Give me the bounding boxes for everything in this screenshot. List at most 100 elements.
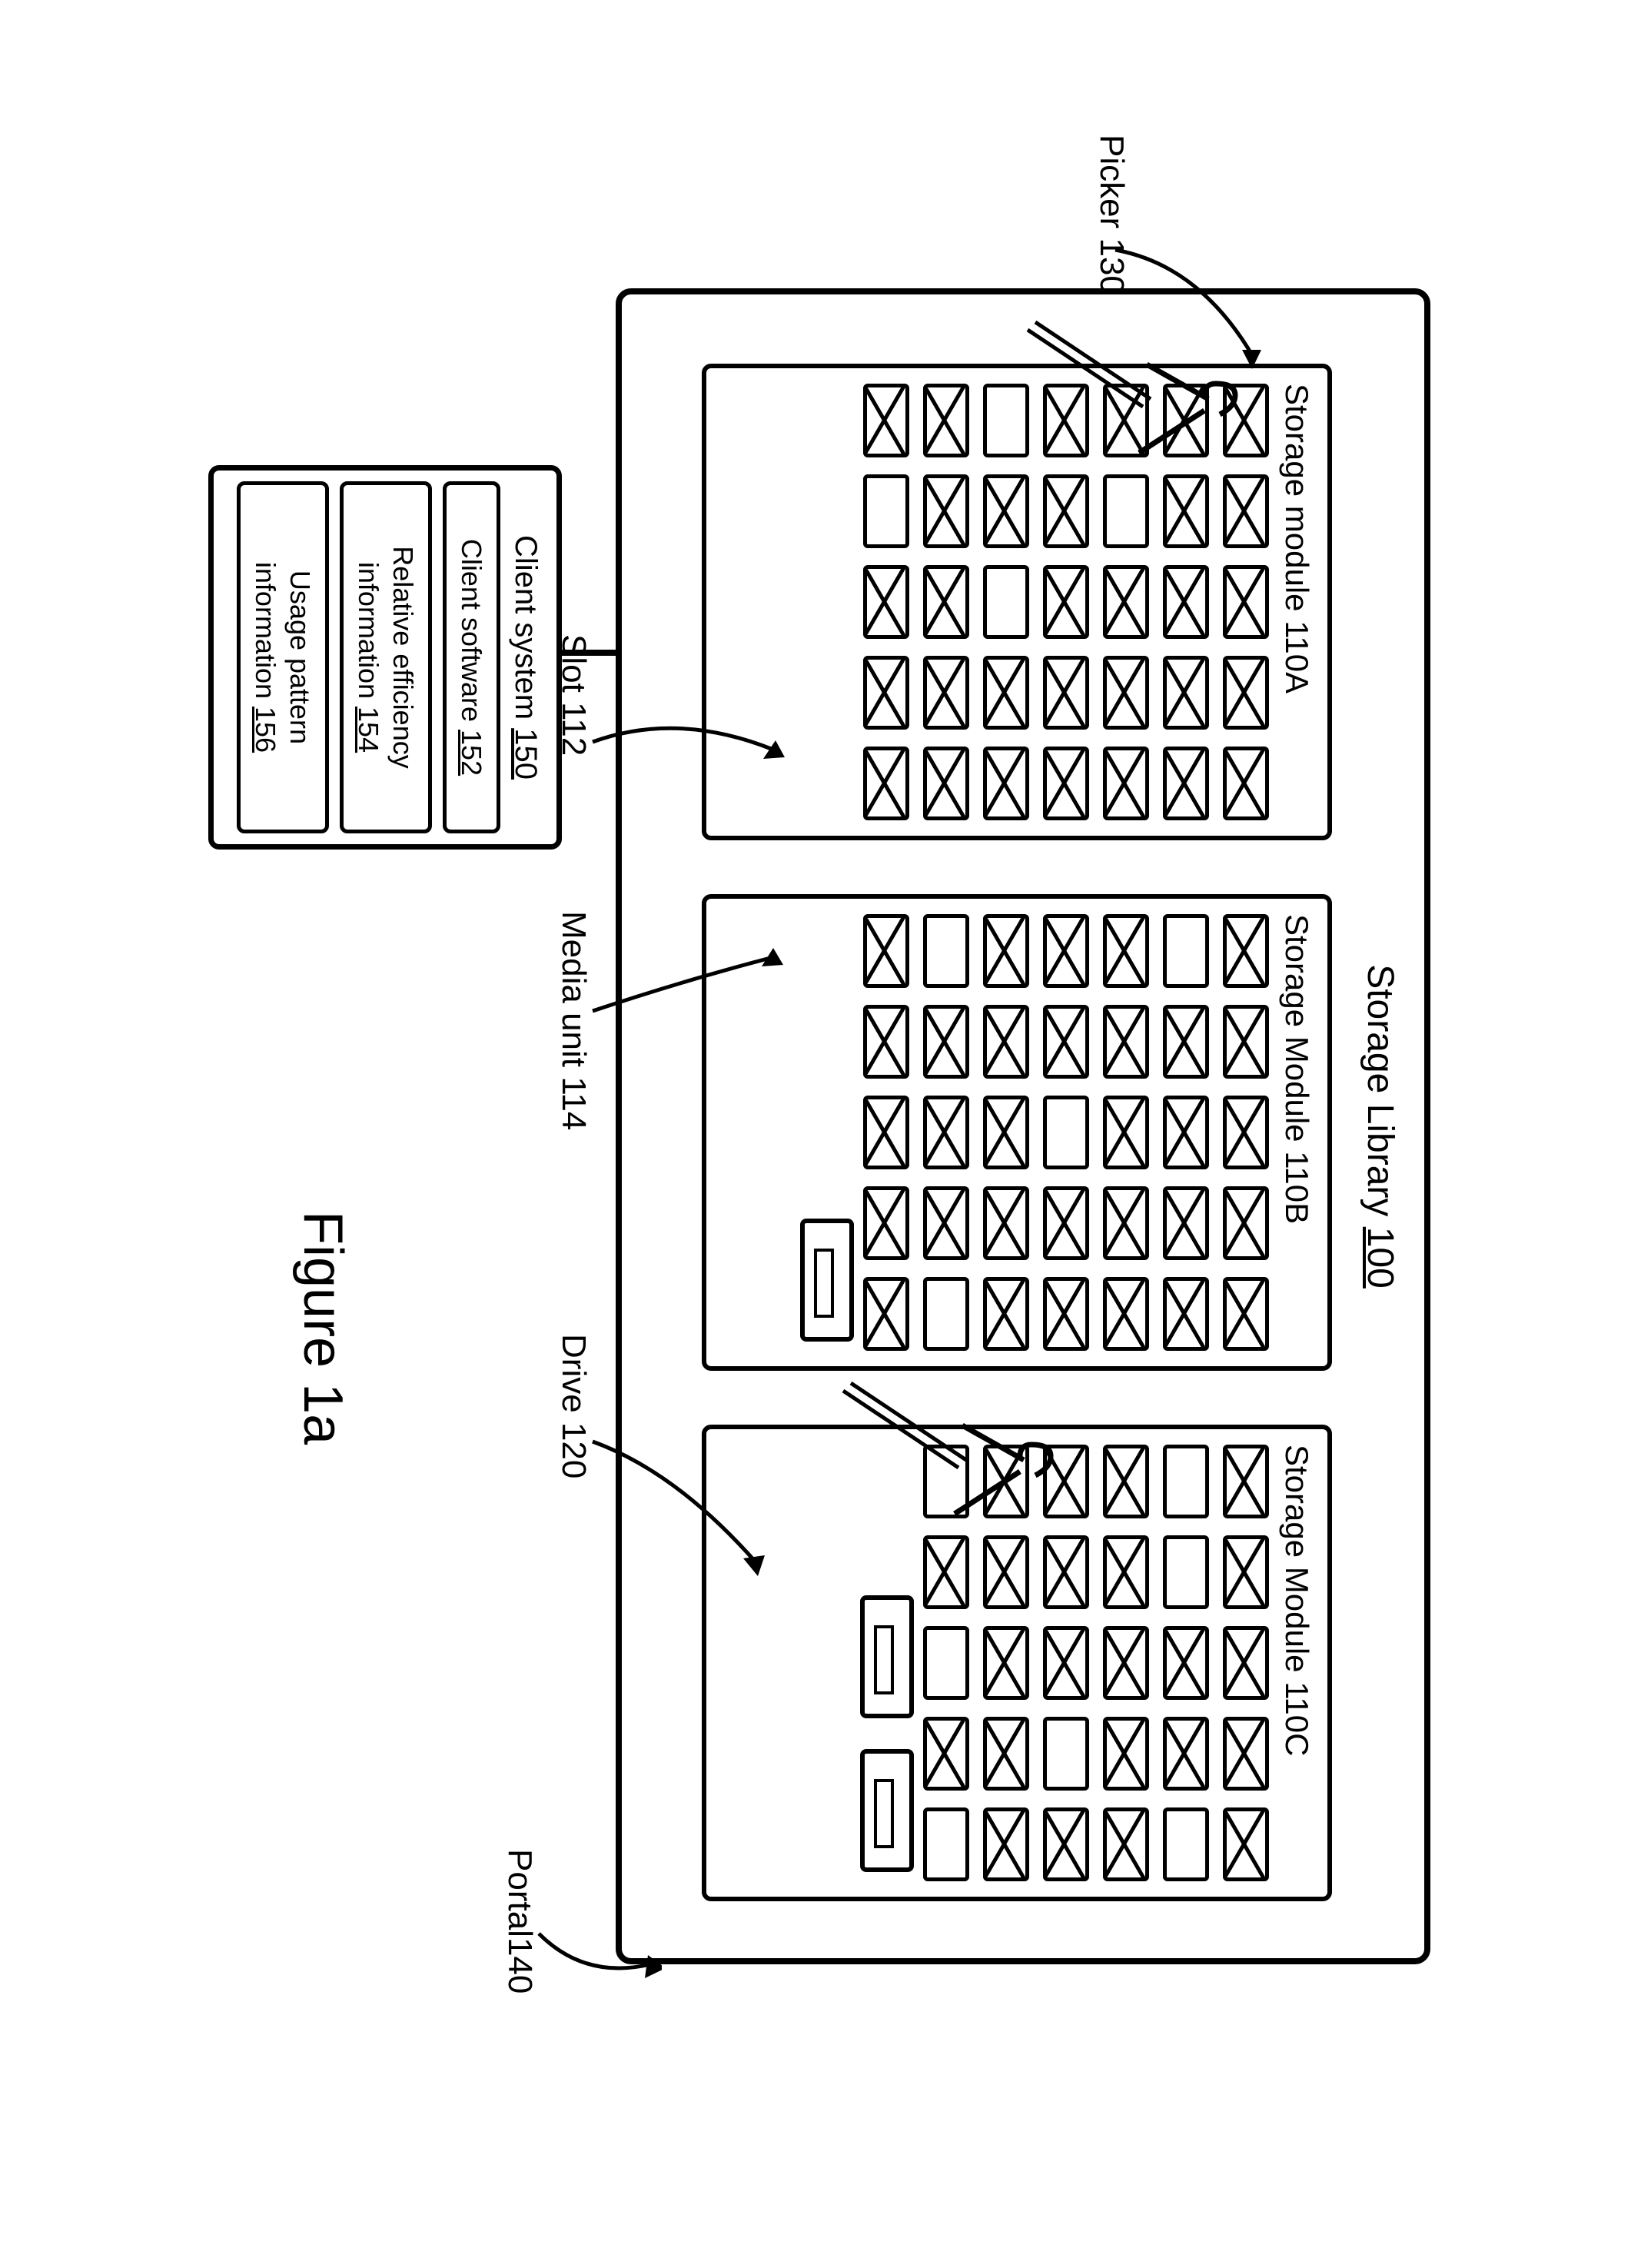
client-system-box: Client system 150 Client software 152 Re… xyxy=(208,465,562,850)
eff-line2-prefix: information xyxy=(353,562,384,707)
storage-slot xyxy=(923,1005,969,1079)
storage-slot xyxy=(923,1186,969,1260)
slot-grid-a xyxy=(863,377,1269,826)
drive-slot xyxy=(860,1595,914,1718)
storage-slot xyxy=(983,1717,1029,1791)
storage-slot xyxy=(983,474,1029,548)
storage-slot xyxy=(1163,1445,1209,1518)
storage-slot xyxy=(1043,1005,1089,1079)
module-b-title: Storage Module 110B xyxy=(1278,914,1315,1357)
storage-slot xyxy=(1163,1807,1209,1881)
storage-slot xyxy=(1223,384,1269,457)
storage-slot xyxy=(1223,1277,1269,1351)
storage-slot xyxy=(1103,1717,1149,1791)
slot-grid-c xyxy=(923,1438,1269,1887)
storage-slot xyxy=(1223,1535,1269,1609)
storage-slot xyxy=(1223,1626,1269,1700)
storage-slot xyxy=(1223,914,1269,988)
storage-slot xyxy=(1163,1626,1209,1700)
storage-slot xyxy=(1103,1626,1149,1700)
storage-slot xyxy=(1223,1186,1269,1260)
storage-slot xyxy=(1163,1277,1209,1351)
relative-efficiency-box: Relative efficiency information 154 xyxy=(340,481,432,833)
storage-slot xyxy=(1103,565,1149,639)
storage-slot xyxy=(1103,1096,1149,1169)
storage-slot xyxy=(1103,747,1149,820)
storage-slot xyxy=(923,1717,969,1791)
storage-slot xyxy=(1043,384,1089,457)
storage-slot xyxy=(1103,1277,1149,1351)
library-title-num: 100 xyxy=(1360,1227,1400,1289)
storage-slot xyxy=(1043,914,1089,988)
storage-slot xyxy=(863,384,909,457)
storage-slot xyxy=(923,1096,969,1169)
storage-slot xyxy=(983,656,1029,730)
storage-slot xyxy=(1223,565,1269,639)
portal-label: Portal140 xyxy=(500,1849,539,1994)
storage-slot xyxy=(1103,656,1149,730)
storage-slot xyxy=(1103,1005,1149,1079)
storage-slot xyxy=(863,747,909,820)
storage-slot xyxy=(923,474,969,548)
storage-slot xyxy=(1043,1277,1089,1351)
storage-slot xyxy=(923,1626,969,1700)
storage-slot xyxy=(863,1005,909,1079)
storage-slot xyxy=(983,384,1029,457)
storage-slot xyxy=(923,565,969,639)
storage-slot xyxy=(923,747,969,820)
storage-slot xyxy=(923,914,969,988)
storage-slot xyxy=(1163,565,1209,639)
client-software-prefix: Client software xyxy=(456,539,487,730)
storage-slot xyxy=(983,565,1029,639)
client-system-title: Client system 150 xyxy=(508,481,543,833)
storage-slot xyxy=(1223,1096,1269,1169)
storage-slot xyxy=(983,1626,1029,1700)
storage-slot xyxy=(923,656,969,730)
storage-slot xyxy=(863,1277,909,1351)
connector-line xyxy=(560,650,616,656)
storage-slot xyxy=(1223,747,1269,820)
storage-slot xyxy=(1223,1005,1269,1079)
storage-module-c: Storage Module 110C xyxy=(702,1425,1332,1901)
storage-slot xyxy=(923,1445,969,1518)
storage-slot xyxy=(1163,1535,1209,1609)
storage-slot xyxy=(1163,1717,1209,1791)
storage-slot xyxy=(1163,474,1209,548)
storage-slot xyxy=(1103,1535,1149,1609)
storage-slot xyxy=(1043,565,1089,639)
usage-line2-prefix: information xyxy=(250,562,281,707)
drive-slot xyxy=(860,1749,914,1872)
storage-slot xyxy=(1043,1445,1089,1518)
storage-slot xyxy=(923,384,969,457)
storage-slot xyxy=(863,474,909,548)
storage-slot xyxy=(1043,1626,1089,1700)
client-software-num: 152 xyxy=(456,730,487,776)
usage-pattern-box: Usage pattern information 156 xyxy=(237,481,329,833)
figure-caption: Figure 1a xyxy=(291,1211,354,1445)
storage-slot xyxy=(1223,1807,1269,1881)
storage-slot xyxy=(1163,384,1209,457)
eff-num: 154 xyxy=(353,707,384,753)
storage-slot xyxy=(1043,1535,1089,1609)
drive-slot xyxy=(800,1219,854,1342)
storage-library-box: Storage Library 100 Storage module 110A … xyxy=(616,288,1430,1964)
storage-slot xyxy=(1043,656,1089,730)
storage-slot xyxy=(1163,1005,1209,1079)
storage-slot xyxy=(1043,1186,1089,1260)
storage-slot xyxy=(983,1096,1029,1169)
storage-slot xyxy=(1223,1445,1269,1518)
storage-slot xyxy=(983,914,1029,988)
storage-slot xyxy=(1043,1717,1089,1791)
storage-slot xyxy=(1103,1807,1149,1881)
storage-slot xyxy=(983,1005,1029,1079)
storage-slot xyxy=(1043,474,1089,548)
storage-module-a: Storage module 110A xyxy=(702,364,1332,840)
storage-slot xyxy=(923,1535,969,1609)
storage-slot xyxy=(983,1807,1029,1881)
eff-line1: Relative efficiency xyxy=(387,546,419,768)
usage-line1: Usage pattern xyxy=(284,570,316,744)
storage-slot xyxy=(1223,1717,1269,1791)
storage-slot xyxy=(863,914,909,988)
storage-slot xyxy=(1103,384,1149,457)
storage-slot xyxy=(1163,914,1209,988)
